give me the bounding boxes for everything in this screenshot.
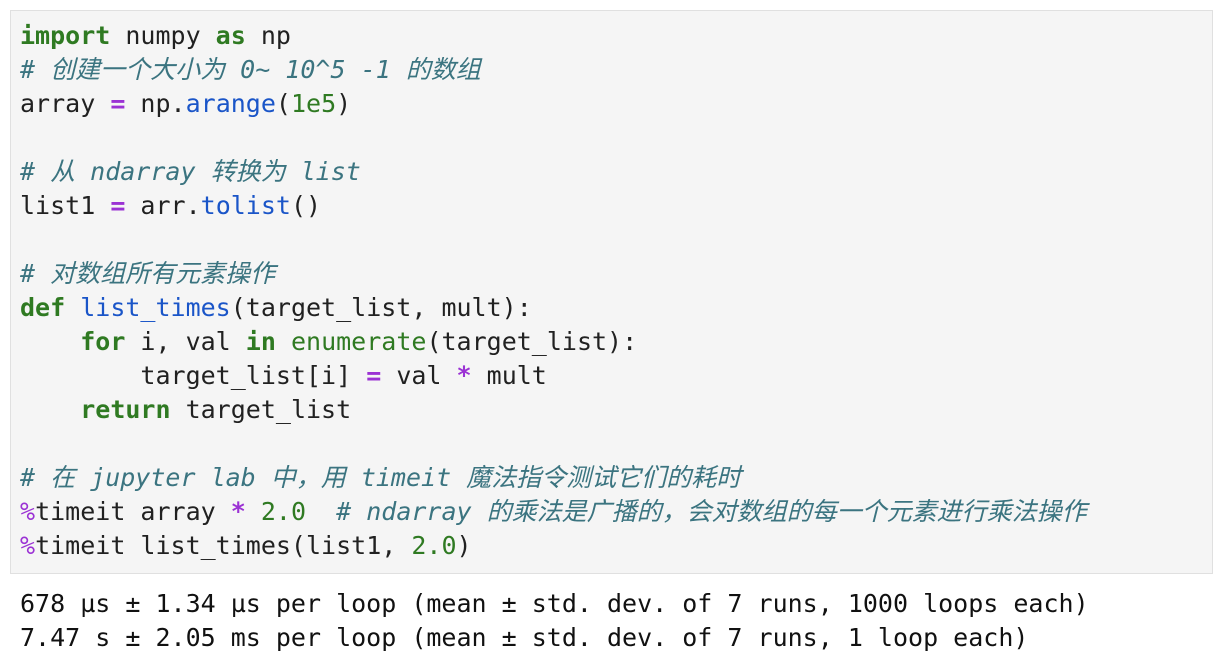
- operator: =: [366, 361, 382, 390]
- code-line-5: # 从 ndarray 转换为 list: [20, 155, 1087, 189]
- code-text: (target_list):: [426, 327, 638, 356]
- code-text: target_list[i]: [140, 361, 367, 390]
- code-text: timeit list_times(list1,: [35, 531, 412, 560]
- code-text: (: [275, 89, 291, 118]
- keyword: def: [20, 293, 66, 322]
- comment: # 在 jupyter lab 中，用 timeit 魔法指令测试它们的耗时: [20, 463, 742, 492]
- code-line-12: return target_list: [20, 393, 1087, 427]
- code-text: list1: [20, 191, 111, 220]
- function-name: tolist: [200, 191, 291, 220]
- operator: *: [230, 497, 246, 526]
- code-text: np: [245, 21, 291, 50]
- keyword: import: [20, 21, 111, 50]
- code-line-15: %timeit array * 2.0 # ndarray 的乘法是广播的，会对…: [20, 495, 1087, 529]
- code-line-4-blank: [20, 121, 1087, 155]
- keyword: return: [80, 395, 171, 424]
- code-editor[interactable]: import numpy as np # 创建一个大小为 0~ 10^5 -1 的…: [20, 19, 1087, 563]
- code-line-10: for i, val in enumerate(target_list):: [20, 325, 1087, 359]
- operator: =: [110, 89, 126, 118]
- code-line-6: list1 = arr.tolist(): [20, 189, 1087, 223]
- code-line-11: target_list[i] = val * mult: [20, 359, 1087, 393]
- comment: # 从 ndarray 转换为 list: [20, 157, 361, 186]
- builtin: enumerate: [290, 327, 427, 356]
- comment: # 创建一个大小为 0~ 10^5 -1 的数组: [20, 55, 481, 84]
- code-line-14: # 在 jupyter lab 中，用 timeit 魔法指令测试它们的耗时: [20, 461, 1087, 495]
- comment: # ndarray 的乘法是广播的，会对数组的每一个元素进行乘法操作: [336, 497, 1087, 526]
- code-text: mult: [471, 361, 547, 390]
- code-text: i, val: [125, 327, 246, 356]
- magic-prefix: %: [20, 531, 36, 560]
- keyword: in: [245, 327, 276, 356]
- comment: # 对数组所有元素操作: [20, 259, 276, 288]
- code-text: timeit array: [35, 497, 231, 526]
- magic-prefix: %: [20, 497, 36, 526]
- function-name: list_times: [80, 293, 231, 322]
- code-text: arr.: [125, 191, 201, 220]
- code-text: ): [456, 531, 472, 560]
- number: 2.0: [411, 531, 457, 560]
- output-line-2: 7.47 s ± 2.05 ms per loop (mean ± std. d…: [20, 623, 1029, 652]
- number: 2.0: [260, 497, 307, 526]
- output-line-1: 678 µs ± 1.34 µs per loop (mean ± std. d…: [20, 589, 1089, 618]
- operator: =: [110, 191, 126, 220]
- keyword: for: [80, 327, 126, 356]
- code-text: target_list: [170, 395, 352, 424]
- code-text: np.: [125, 89, 186, 118]
- code-text: (target_list, mult):: [230, 293, 532, 322]
- keyword: as: [215, 21, 246, 50]
- code-text: array: [20, 89, 111, 118]
- code-line-8: # 对数组所有元素操作: [20, 257, 1087, 291]
- code-line-1: import numpy as np: [20, 19, 1087, 53]
- code-line-16: %timeit list_times(list1, 2.0): [20, 529, 1087, 563]
- code-line-3: array = np.arange(1e5): [20, 87, 1087, 121]
- code-line-7-blank: [20, 223, 1087, 257]
- code-text: (): [290, 191, 322, 220]
- operator: *: [456, 361, 472, 390]
- number: 1e5: [290, 89, 337, 118]
- code-line-13-blank: [20, 427, 1087, 461]
- cell-output: 678 µs ± 1.34 µs per loop (mean ± std. d…: [20, 587, 1089, 655]
- code-text: numpy: [110, 21, 216, 50]
- code-text: val: [381, 361, 457, 390]
- code-text: ): [336, 89, 352, 118]
- function-name: arange: [185, 89, 276, 118]
- code-line-9: def list_times(target_list, mult):: [20, 291, 1087, 325]
- code-line-2: # 创建一个大小为 0~ 10^5 -1 的数组: [20, 53, 1087, 87]
